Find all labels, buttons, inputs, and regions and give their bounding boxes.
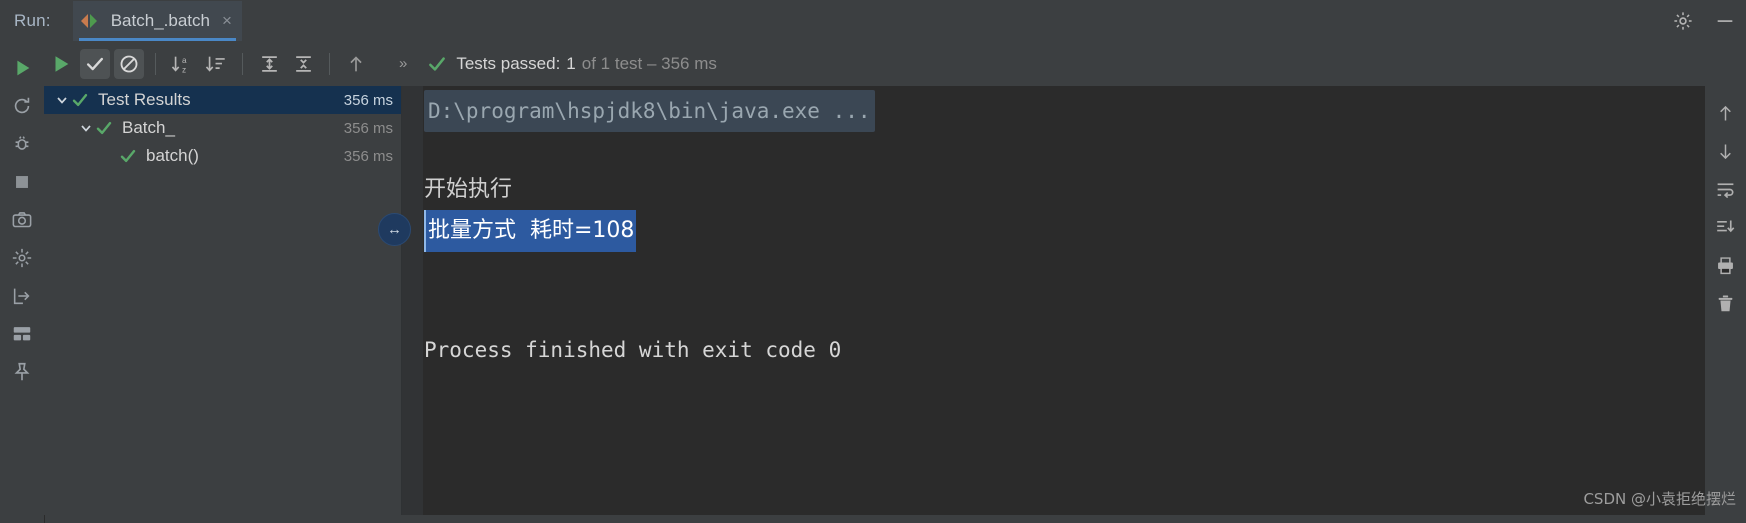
soft-wrap-icon[interactable]: [1705, 170, 1746, 208]
check-icon: [427, 54, 447, 74]
layout-icon[interactable]: [0, 315, 44, 353]
scroll-to-end-icon[interactable]: [1705, 208, 1746, 246]
folded-command-text[interactable]: D:\program\hspjdk8\bin\java.exe ...: [424, 90, 875, 132]
selected-text[interactable]: 批量方式 耗时=108: [424, 210, 637, 252]
run-label: Run:: [14, 10, 51, 30]
run-icon[interactable]: [46, 49, 76, 79]
down-arrow-icon[interactable]: [1705, 132, 1746, 170]
console-line-blank: [424, 250, 1705, 290]
tree-row-batch-method[interactable]: batch() 356 ms: [44, 142, 401, 170]
toolbar-separator: [329, 52, 330, 75]
console-line-selected[interactable]: 批量方式 耗时=108: [424, 210, 1705, 252]
close-icon[interactable]: ×: [222, 12, 232, 29]
tree-row-duration: 356 ms: [343, 119, 393, 137]
toolbar-separator: [242, 52, 243, 75]
check-icon: [118, 146, 138, 166]
run-config-icon: [79, 12, 101, 30]
tree-row-batch-class[interactable]: Batch_ 356 ms: [44, 114, 401, 142]
console-actions-sidebar: [1705, 86, 1746, 523]
camera-icon[interactable]: [0, 201, 44, 239]
tree-row-label: batch(): [146, 146, 199, 165]
up-arrow-icon[interactable]: [1705, 94, 1746, 132]
svg-text:a: a: [182, 56, 187, 65]
check-icon: [70, 90, 90, 110]
gear-icon[interactable]: [1662, 0, 1704, 41]
chevron-down-icon[interactable]: [78, 120, 94, 136]
check-icon: [94, 118, 114, 138]
tree-row-duration: 356 ms: [343, 91, 393, 109]
expand-all-icon[interactable]: [254, 49, 284, 79]
minimize-icon[interactable]: [1704, 0, 1746, 41]
stop-icon[interactable]: [0, 163, 44, 201]
tree-row-label: Test Results: [98, 90, 191, 109]
horizontal-resize-icon[interactable]: ↔: [378, 213, 411, 246]
sort-alphabetically-icon[interactable]: a z: [167, 49, 197, 79]
svg-text:z: z: [182, 65, 186, 74]
tree-row-test-results[interactable]: Test Results 356 ms: [44, 86, 401, 114]
console-text[interactable]: D:\program\hspjdk8\bin\java.exe ... 开始执行…: [424, 86, 1705, 515]
console-gutter: [402, 86, 423, 515]
test-status-line: Tests passed: 1 of 1 test – 356 ms: [427, 54, 717, 74]
console-line-start: 开始执行: [424, 177, 513, 202]
tab-batch-batch[interactable]: Batch_.batch ×: [72, 0, 242, 41]
pin-icon[interactable]: [0, 353, 44, 391]
test-results-toolbar: a z » Tests passed: 1 of 1 test – 356 ms: [44, 41, 1746, 87]
console-line-process-finished: Process finished with exit code 0: [424, 338, 842, 362]
status-count: 1: [566, 53, 576, 73]
chevrons-right-icon[interactable]: »: [399, 55, 407, 72]
trash-icon[interactable]: [1705, 284, 1746, 322]
profiler-icon[interactable]: [0, 239, 44, 277]
show-ignored-icon[interactable]: [114, 48, 144, 79]
run-tool-window: Run: Batch_.batch × a z » Tests passed: …: [0, 0, 1746, 523]
status-prefix: Tests passed:: [456, 53, 561, 73]
import-icon[interactable]: [0, 277, 44, 315]
debug-icon[interactable]: [0, 125, 44, 163]
show-passed-icon[interactable]: [80, 48, 110, 79]
tab-title: Batch_.batch: [110, 10, 210, 30]
test-results-tree[interactable]: Test Results 356 ms Batch_ 356 ms batch(…: [44, 86, 402, 515]
sort-by-duration-icon[interactable]: [201, 49, 231, 79]
console-line-blank: [424, 290, 1705, 330]
window-controls: [1662, 0, 1746, 41]
rerun-failed-icon[interactable]: [0, 87, 44, 125]
run-tab-bar: Run: Batch_.batch ×: [0, 0, 1746, 42]
run-actions-sidebar: [0, 41, 45, 523]
chevron-down-icon[interactable]: [54, 92, 70, 108]
console-line-blank: [424, 130, 1705, 170]
console-line-command[interactable]: D:\program\hspjdk8\bin\java.exe ...: [424, 90, 1705, 132]
rerun-icon[interactable]: [0, 49, 44, 87]
status-suffix: of 1 test – 356 ms: [581, 53, 717, 73]
print-icon[interactable]: [1705, 246, 1746, 284]
tree-row-label: Batch_: [122, 118, 175, 137]
previous-occurrence-icon[interactable]: [341, 49, 371, 79]
console-output[interactable]: D:\program\hspjdk8\bin\java.exe ... 开始执行…: [402, 86, 1705, 515]
collapse-all-icon[interactable]: [288, 49, 318, 79]
watermark: CSDN @小袁拒绝摆烂: [1583, 490, 1736, 508]
tree-row-duration: 356 ms: [343, 147, 393, 165]
toolbar-separator: [155, 52, 156, 75]
